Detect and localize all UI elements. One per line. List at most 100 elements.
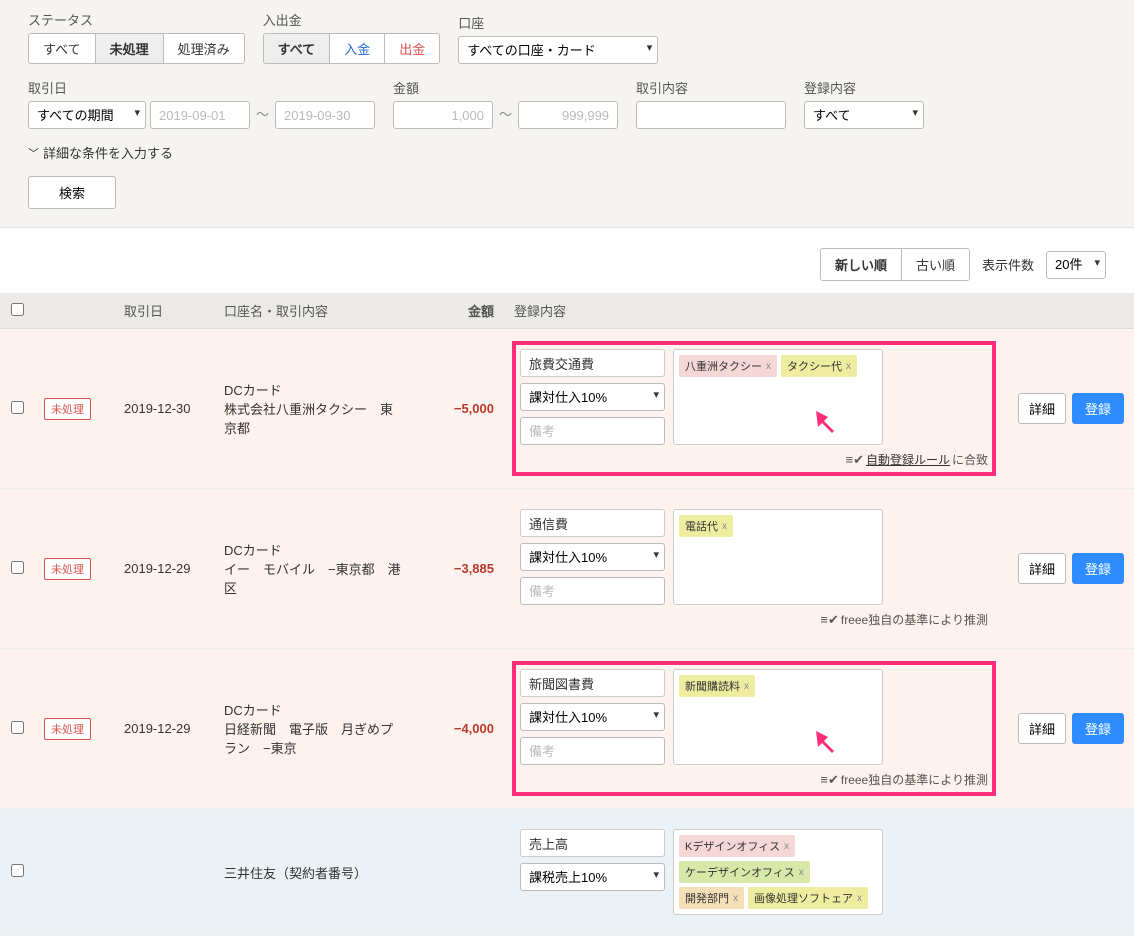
search-button[interactable]: 検索 xyxy=(28,176,116,209)
filter-amount: 金額 〜 xyxy=(393,78,618,129)
auto-rule-link[interactable]: 自動登録ルール xyxy=(866,451,950,468)
tag[interactable]: 画像処理ソフトェア x xyxy=(748,887,868,909)
txn-content-input[interactable] xyxy=(636,101,786,129)
tag[interactable]: ケーデザインオフィス x xyxy=(679,861,810,883)
tags-box[interactable]: 八重洲タクシー xタクシー代 x xyxy=(673,349,883,445)
list-icon: ≡✔ xyxy=(820,772,838,788)
category-input[interactable]: 新聞図書費 xyxy=(520,669,665,697)
close-icon[interactable]: x xyxy=(733,893,738,904)
close-icon[interactable]: x xyxy=(784,841,789,852)
tag[interactable]: タクシー代 x xyxy=(781,355,857,377)
filter-account-label: 口座 xyxy=(458,13,658,32)
account-select[interactable]: すべての口座・カード xyxy=(458,36,658,64)
page-size-select[interactable]: 20件 xyxy=(1046,251,1106,279)
tax-select[interactable]: 課対仕入10% xyxy=(520,383,665,411)
status-seg-group: すべて未処理処理済み xyxy=(28,33,245,64)
reg-block: 通信費課対仕入10%電話代 x≡✔ freee独自の基準により推測 xyxy=(514,503,994,634)
close-icon[interactable]: x xyxy=(744,681,749,692)
tag[interactable]: 電話代 x xyxy=(679,515,733,537)
seg-option[interactable]: 出金 xyxy=(385,34,439,63)
date-from-input[interactable] xyxy=(150,101,250,129)
close-icon[interactable]: x xyxy=(846,361,851,372)
filter-reg-content: 登録内容 すべて xyxy=(804,78,924,129)
seg-option[interactable]: 未処理 xyxy=(96,34,164,63)
cell-amount xyxy=(414,809,504,936)
filter-reg-content-label: 登録内容 xyxy=(804,78,924,97)
table-row: 未処理2019-12-29DCカード日経新聞 電子版 月ぎめプラン −東京−4,… xyxy=(0,649,1134,809)
seg-option[interactable]: 処理済み xyxy=(164,34,244,63)
tag[interactable]: 新聞購読料 x xyxy=(679,675,755,697)
close-icon[interactable]: x xyxy=(766,361,771,372)
period-select[interactable]: すべての期間 xyxy=(28,101,146,129)
remark-input[interactable] xyxy=(520,737,665,765)
cell-amount: −3,885 xyxy=(414,489,504,649)
cell-date: 2019-12-30 xyxy=(114,329,214,489)
note-suffix: freee独自の基準により推測 xyxy=(841,611,988,628)
cell-desc: DCカードイー モバイル −東京都 港区 xyxy=(214,489,414,649)
filter-txn-content-label: 取引内容 xyxy=(636,78,786,97)
row-checkbox[interactable] xyxy=(11,721,24,734)
row-checkbox[interactable] xyxy=(11,401,24,414)
sort-old-button[interactable]: 古い順 xyxy=(902,249,969,280)
sort-new-button[interactable]: 新しい順 xyxy=(821,249,902,280)
expand-conditions-toggle[interactable]: ﹀ 詳細な条件を入力する xyxy=(28,143,1106,162)
tag-label: 八重洲タクシー xyxy=(685,358,762,374)
list-icon: ≡✔ xyxy=(845,452,863,468)
filter-period-label: 取引日 xyxy=(28,78,375,97)
amount-from-input[interactable] xyxy=(393,101,493,129)
register-button[interactable]: 登録 xyxy=(1072,553,1124,584)
reg-content-select[interactable]: すべて xyxy=(804,101,924,129)
sort-group: 新しい順 古い順 xyxy=(820,248,970,281)
tag[interactable]: Kデザインオフィス x xyxy=(679,835,795,857)
row-checkbox[interactable] xyxy=(11,864,24,877)
th-reg: 登録内容 xyxy=(504,293,1004,329)
remark-input[interactable] xyxy=(520,577,665,605)
category-input[interactable]: 売上高 xyxy=(520,829,665,857)
status-badge: 未処理 xyxy=(44,398,91,420)
select-all-checkbox[interactable] xyxy=(11,303,24,316)
tilde: 〜 xyxy=(497,101,514,129)
tag-label: タクシー代 xyxy=(787,358,842,374)
register-button[interactable]: 登録 xyxy=(1072,713,1124,744)
row-checkbox[interactable] xyxy=(11,561,24,574)
transactions-table: 取引日 口座名・取引内容 金額 登録内容 未処理2019-12-30DCカード株… xyxy=(0,293,1134,936)
reg-block: 売上高課税売上10%Kデザインオフィス xケーデザインオフィス x開発部門 x画… xyxy=(514,823,994,921)
filter-io: 入出金 すべて入金出金 xyxy=(263,10,441,64)
tax-select[interactable]: 課税売上10% xyxy=(520,863,665,891)
page-size-label: 表示件数 xyxy=(982,255,1034,274)
tags-box[interactable]: Kデザインオフィス xケーデザインオフィス x開発部門 x画像処理ソフトェア x xyxy=(673,829,883,915)
amount-to-input[interactable] xyxy=(518,101,618,129)
tag-label: ケーデザインオフィス xyxy=(685,864,795,880)
cell-amount: −5,000 xyxy=(414,329,504,489)
cell-date: 2019-12-29 xyxy=(114,489,214,649)
detail-button[interactable]: 詳細 xyxy=(1018,713,1066,744)
table-row: 未処理 2019-12-30DCカード株式会社八重洲タクシー 東京都−5,000 旅… xyxy=(0,329,1134,489)
tag[interactable]: 開発部門 x xyxy=(679,887,744,909)
seg-option[interactable]: 入金 xyxy=(330,34,385,63)
detail-button[interactable]: 詳細 xyxy=(1018,553,1066,584)
tax-select[interactable]: 課対仕入10% xyxy=(520,543,665,571)
tax-select[interactable]: 課対仕入10% xyxy=(520,703,665,731)
filter-io-label: 入出金 xyxy=(263,10,441,29)
tag[interactable]: 八重洲タクシー x xyxy=(679,355,777,377)
table-row: 未処理2019-12-29DCカードイー モバイル −東京都 港区−3,885通… xyxy=(0,489,1134,649)
close-icon[interactable]: x xyxy=(857,893,862,904)
cell-desc: DCカード日経新聞 電子版 月ぎめプラン −東京 xyxy=(214,649,414,809)
close-icon[interactable]: x xyxy=(722,521,727,532)
date-to-input[interactable] xyxy=(275,101,375,129)
cell-desc: DCカード株式会社八重洲タクシー 東京都 xyxy=(214,329,414,489)
cell-amount: −4,000 xyxy=(414,649,504,809)
tags-box[interactable]: 新聞購読料 x xyxy=(673,669,883,765)
close-icon[interactable]: x xyxy=(799,867,804,878)
seg-option[interactable]: すべて xyxy=(29,34,96,63)
detail-button[interactable]: 詳細 xyxy=(1018,393,1066,424)
remark-input[interactable] xyxy=(520,417,665,445)
reg-block: 新聞図書費課対仕入10%新聞購読料 x≡✔ freee独自の基準により推測 xyxy=(514,663,994,794)
seg-option[interactable]: すべて xyxy=(264,34,331,63)
th-desc: 口座名・取引内容 xyxy=(214,293,414,329)
category-input[interactable]: 旅費交通費 xyxy=(520,349,665,377)
note-row: ≡✔ 自動登録ルールに合致 xyxy=(520,451,988,468)
register-button[interactable]: 登録 xyxy=(1072,393,1124,424)
category-input[interactable]: 通信費 xyxy=(520,509,665,537)
tags-box[interactable]: 電話代 x xyxy=(673,509,883,605)
